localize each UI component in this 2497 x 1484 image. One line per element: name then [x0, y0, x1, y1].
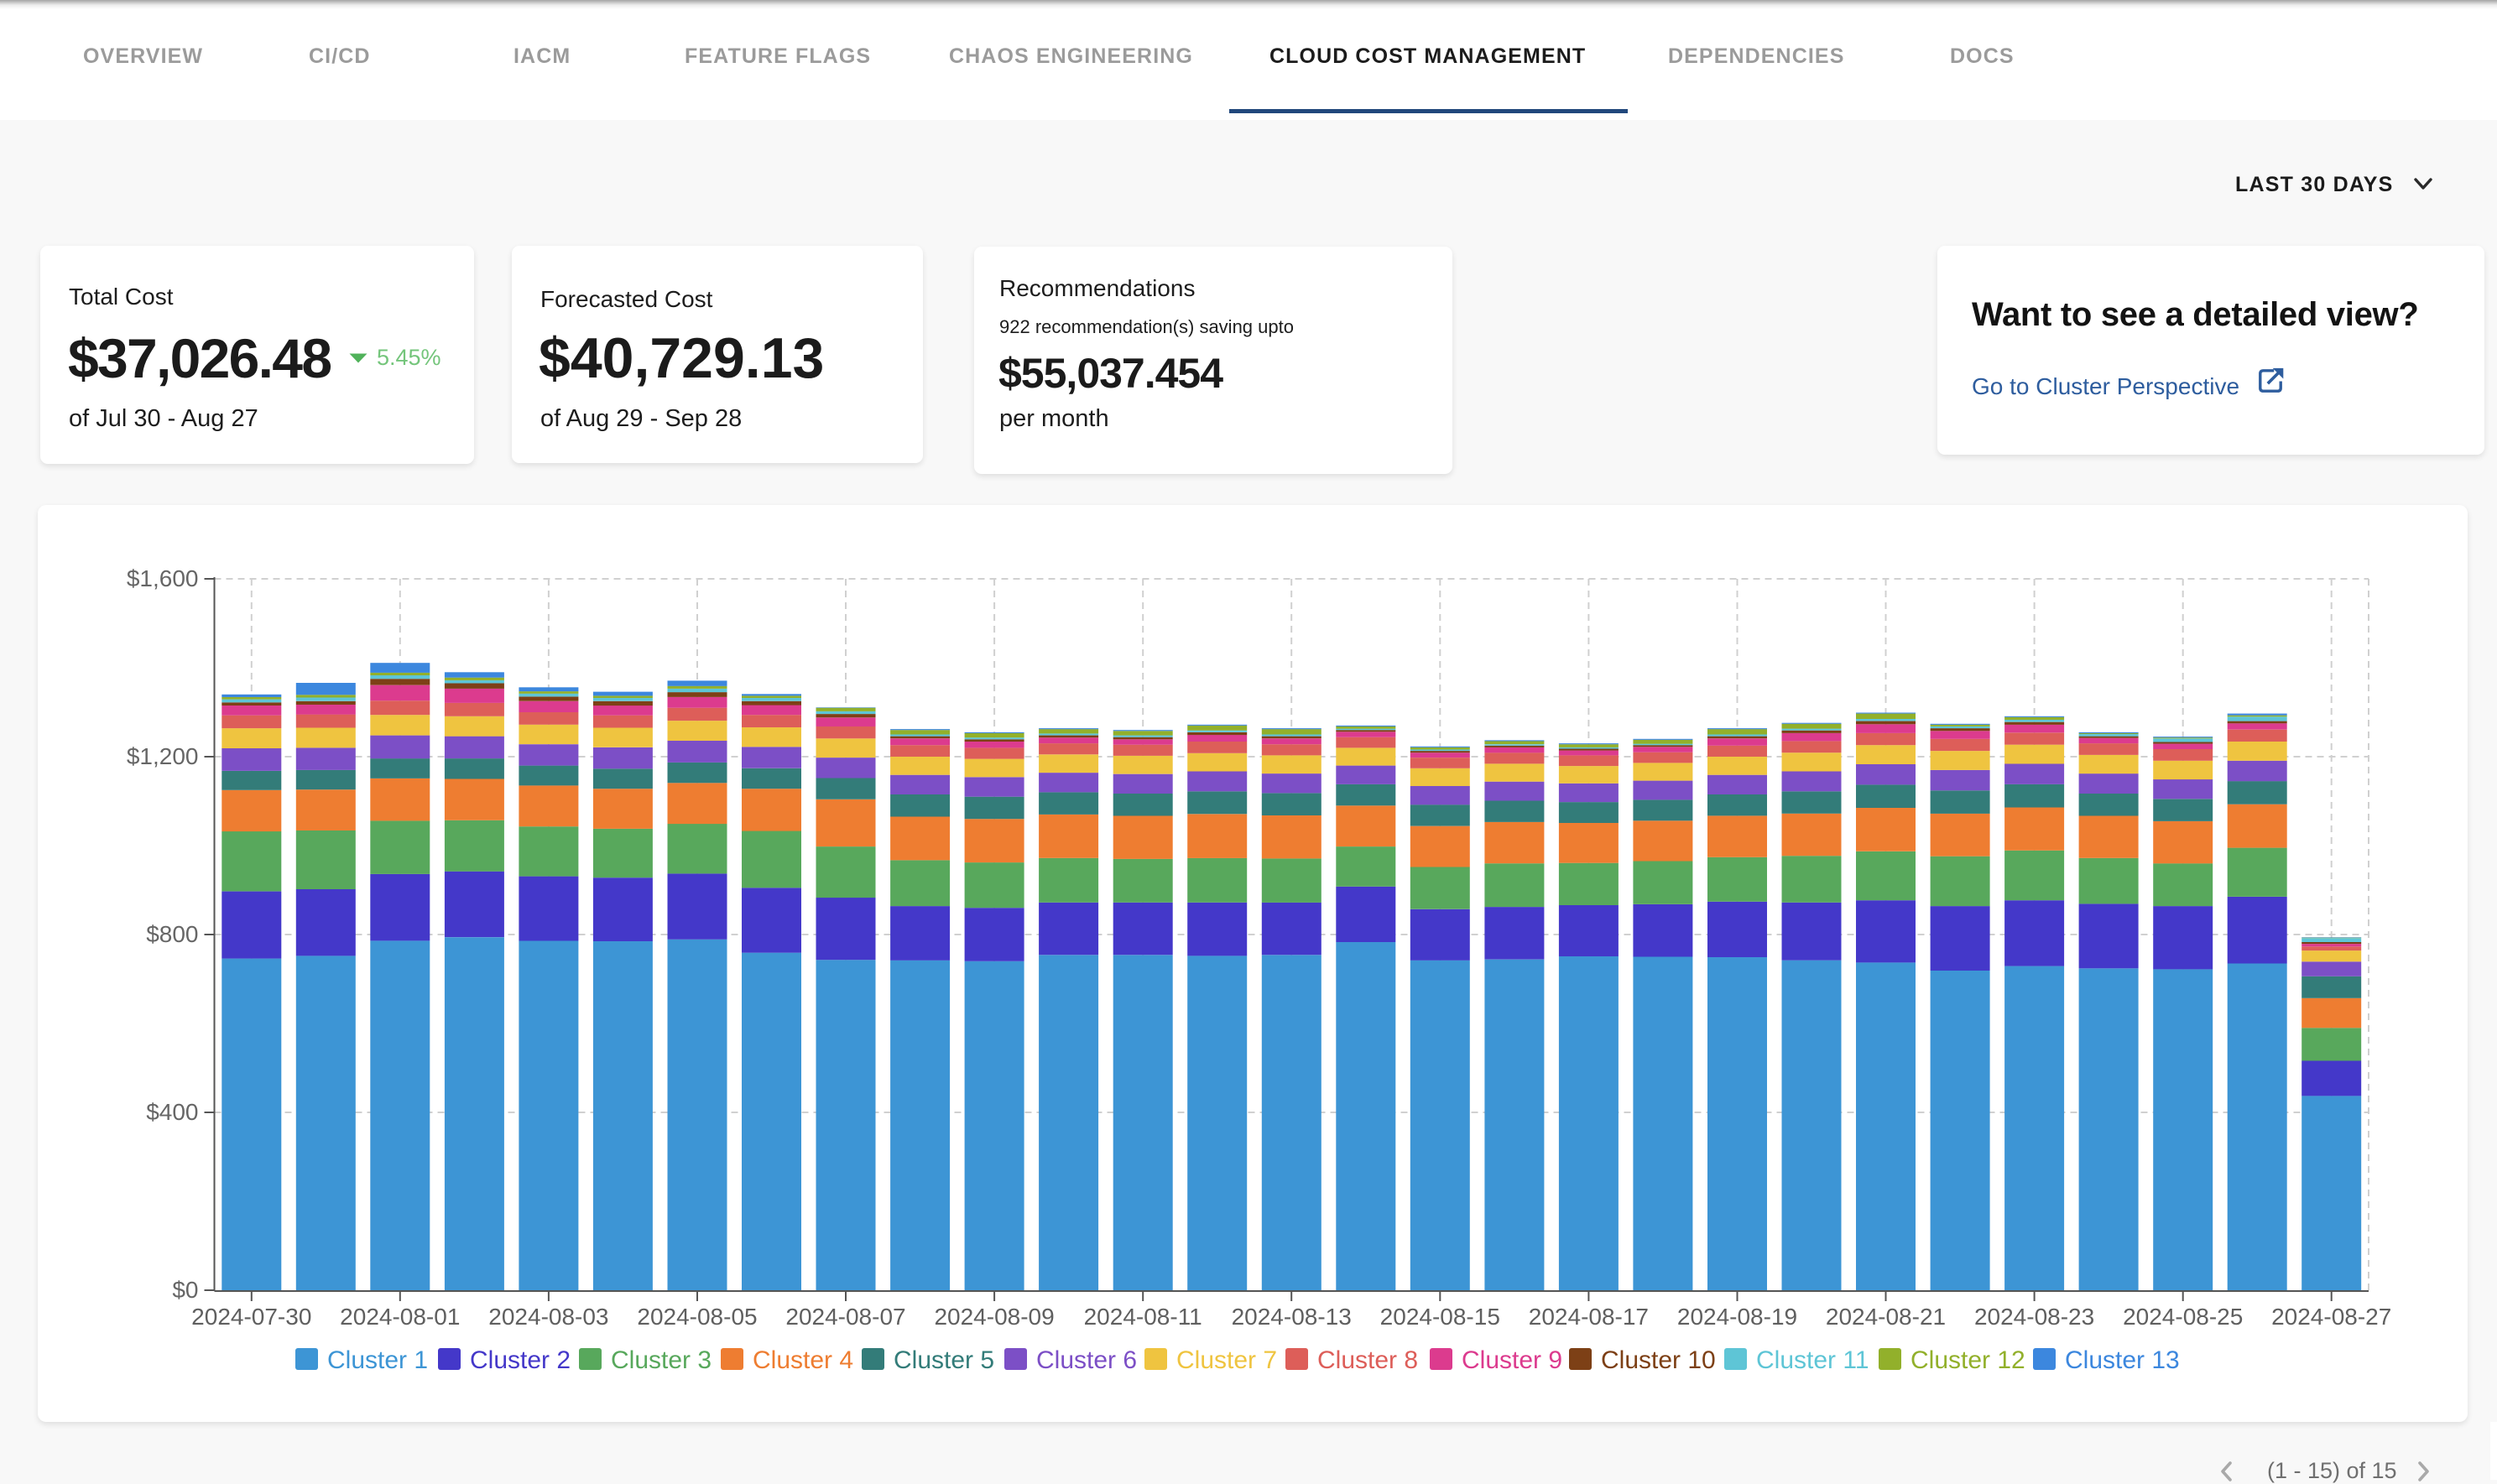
svg-text:2024-08-13: 2024-08-13	[1232, 1304, 1352, 1330]
svg-text:Cluster 12: Cluster 12	[1911, 1346, 2025, 1374]
svg-text:Cluster 9: Cluster 9	[1462, 1346, 1562, 1374]
svg-text:2024-08-01: 2024-08-01	[340, 1304, 460, 1330]
svg-text:$0: $0	[172, 1277, 198, 1303]
svg-text:2024-08-17: 2024-08-17	[1529, 1304, 1649, 1330]
svg-text:2024-08-27: 2024-08-27	[2271, 1304, 2391, 1330]
svg-text:Cluster 8: Cluster 8	[1317, 1346, 1418, 1374]
svg-text:$400: $400	[146, 1099, 198, 1125]
svg-text:2024-08-07: 2024-08-07	[785, 1304, 905, 1330]
svg-text:2024-08-11: 2024-08-11	[1084, 1304, 1202, 1330]
svg-text:$800: $800	[146, 921, 198, 947]
svg-text:Cluster 4: Cluster 4	[753, 1346, 853, 1374]
svg-text:2024-08-15: 2024-08-15	[1380, 1304, 1500, 1330]
svg-text:Cluster 2: Cluster 2	[470, 1346, 571, 1374]
svg-text:Cluster 11: Cluster 11	[1756, 1346, 1869, 1374]
svg-text:2024-07-30: 2024-07-30	[191, 1304, 311, 1330]
svg-text:2024-08-09: 2024-08-09	[934, 1304, 1054, 1330]
svg-text:Cluster 6: Cluster 6	[1036, 1346, 1137, 1374]
svg-text:Cluster 10: Cluster 10	[1601, 1346, 1716, 1374]
svg-text:2024-08-21: 2024-08-21	[1826, 1304, 1946, 1330]
svg-text:$1,600: $1,600	[127, 565, 199, 591]
svg-text:2024-08-25: 2024-08-25	[2123, 1304, 2243, 1330]
svg-text:2024-08-19: 2024-08-19	[1677, 1304, 1797, 1330]
svg-text:$1,200: $1,200	[127, 743, 199, 769]
svg-text:Cluster 5: Cluster 5	[894, 1346, 994, 1374]
svg-text:2024-08-05: 2024-08-05	[637, 1304, 757, 1330]
svg-text:Cluster 1: Cluster 1	[327, 1346, 428, 1374]
svg-text:2024-08-03: 2024-08-03	[488, 1304, 608, 1330]
svg-text:Cluster 7: Cluster 7	[1176, 1346, 1277, 1374]
svg-text:Cluster 3: Cluster 3	[611, 1346, 712, 1374]
svg-text:Cluster 13: Cluster 13	[2065, 1346, 2180, 1374]
svg-text:2024-08-23: 2024-08-23	[1974, 1304, 2094, 1330]
